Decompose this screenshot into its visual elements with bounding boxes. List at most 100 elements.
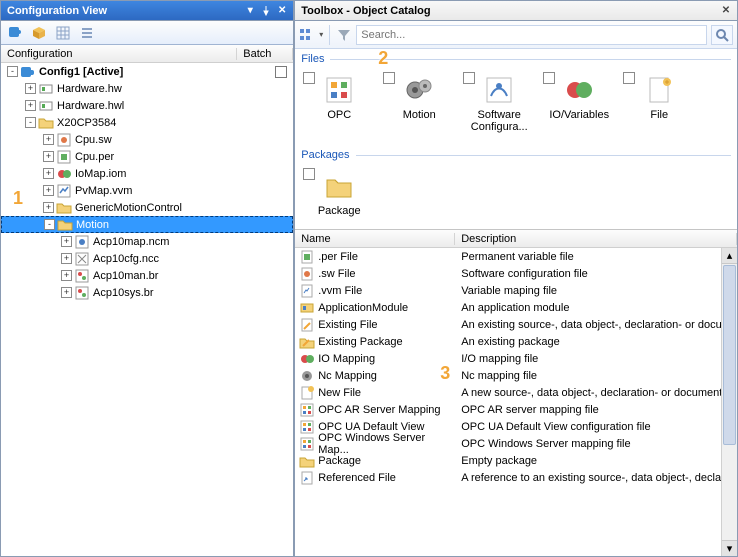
new-file-small-icon xyxy=(299,385,315,401)
list-item-name: Nc Mapping xyxy=(318,370,377,382)
folder-icon xyxy=(57,217,73,233)
nc-mapping-icon xyxy=(299,368,315,384)
column-configuration[interactable]: Configuration xyxy=(1,48,237,60)
tree-item[interactable]: +Acp10map.ncm xyxy=(1,233,293,250)
list-item[interactable]: Package Empty package xyxy=(295,452,737,469)
configuration-view-panel: Configuration View ▾ ✕ Configuration Bat… xyxy=(0,0,294,557)
scrollbar[interactable]: ▴ ▾ xyxy=(721,248,737,556)
catalog-item[interactable]: Motion xyxy=(381,70,457,137)
io-variables-icon xyxy=(563,74,595,106)
toolbar-btn-cube-icon[interactable] xyxy=(28,23,50,43)
ncc-icon xyxy=(74,251,90,267)
hardware-icon xyxy=(38,81,54,97)
scroll-thumb[interactable] xyxy=(723,265,736,445)
tree-item[interactable]: + Acp10sys.br xyxy=(1,284,293,301)
tree-item[interactable]: +Acp10man.br xyxy=(1,267,293,284)
close-icon[interactable]: ✕ xyxy=(719,4,733,18)
tree-item[interactable]: + Cpu.per xyxy=(1,148,293,165)
expand-icon[interactable]: + xyxy=(61,270,72,281)
list-item[interactable]: Nc MappingNc mapping file xyxy=(295,367,737,384)
tree-item[interactable]: -Motion xyxy=(1,216,293,233)
list-item[interactable]: Existing PackageAn existing package xyxy=(295,333,737,350)
close-icon[interactable]: ✕ xyxy=(275,4,289,18)
list-item[interactable]: .sw FileSoftware configuration file xyxy=(295,265,737,282)
io-mapping-icon xyxy=(299,351,315,367)
tree-item-label: Cpu.per xyxy=(75,151,118,163)
catalog-item-checkbox[interactable] xyxy=(303,168,315,180)
list-item[interactable]: ApplicationModuleAn application module xyxy=(295,299,737,316)
list-item-description: OPC AR server mapping file xyxy=(455,404,737,416)
expand-icon[interactable]: + xyxy=(25,83,36,94)
list-item-name: Package xyxy=(318,455,361,467)
list-item[interactable]: IO MappingI/O mapping file xyxy=(295,350,737,367)
configuration-view-titlebar[interactable]: Configuration View ▾ ✕ xyxy=(1,1,293,21)
expand-icon[interactable]: + xyxy=(61,253,72,264)
catalog-item-checkbox[interactable] xyxy=(543,72,555,84)
expand-icon[interactable]: + xyxy=(43,185,54,196)
toolbar-btn-puzzle-icon[interactable] xyxy=(4,23,26,43)
tree-item[interactable]: +GenericMotionControl xyxy=(1,199,293,216)
tree-item[interactable]: +IoMap.iom xyxy=(1,165,293,182)
scroll-down-icon[interactable]: ▾ xyxy=(722,540,737,556)
list-item[interactable]: OPC AR Server MappingOPC AR server mappi… xyxy=(295,401,737,418)
tree-item[interactable]: +Acp10cfg.ncc xyxy=(1,250,293,267)
list-item-description: A reference to an existing source-, data… xyxy=(455,472,737,484)
view-mode-dropdown[interactable]: ▾ xyxy=(299,27,323,43)
iomap-icon xyxy=(56,166,72,182)
filter-dropdown[interactable] xyxy=(336,27,352,43)
catalog-item[interactable]: IO/Variables xyxy=(541,70,617,137)
column-name[interactable]: Name xyxy=(295,233,455,245)
catalog-item-checkbox[interactable] xyxy=(303,72,315,84)
list-item[interactable]: Referenced FileA reference to an existin… xyxy=(295,469,737,486)
list-body: 3 .per FilePermanent variable file.sw Fi… xyxy=(295,248,737,556)
search-button[interactable] xyxy=(711,25,733,45)
catalog-item-checkbox[interactable] xyxy=(383,72,395,84)
catalog-item[interactable]: OPC xyxy=(301,70,377,137)
expand-icon[interactable]: + xyxy=(61,287,72,298)
section-packages-header: Packages xyxy=(295,145,737,164)
scroll-up-icon[interactable]: ▴ xyxy=(722,248,737,264)
list-columns: Name Description xyxy=(295,230,737,248)
collapse-icon[interactable]: - xyxy=(25,117,36,128)
list-item-description: Empty package xyxy=(455,455,737,467)
column-description[interactable]: Description xyxy=(455,233,737,245)
expand-icon[interactable]: + xyxy=(43,134,54,145)
expand-icon[interactable]: + xyxy=(61,236,72,247)
list-item[interactable]: .vvm FileVariable maping file xyxy=(295,282,737,299)
expand-icon[interactable]: + xyxy=(25,100,36,111)
list-item[interactable]: OPC Windows Server Map...OPC Windows Ser… xyxy=(295,435,737,452)
list-item[interactable]: .per FilePermanent variable file xyxy=(295,248,737,265)
column-batch[interactable]: Batch xyxy=(237,48,293,60)
catalog-item[interactable]: Software Configura... xyxy=(461,70,537,137)
br-icon xyxy=(74,285,90,301)
list-item[interactable]: New FileA new source-, data object-, dec… xyxy=(295,384,737,401)
pin-icon[interactable] xyxy=(259,4,273,18)
dropdown-icon[interactable]: ▾ xyxy=(243,4,257,18)
catalog-item[interactable]: Package xyxy=(301,166,377,221)
expand-icon[interactable]: + xyxy=(43,202,54,213)
tree-item-label: Acp10sys.br xyxy=(93,287,158,299)
search-input[interactable] xyxy=(356,25,707,45)
tree-item[interactable]: -X20CP3584 xyxy=(1,114,293,131)
tree-item[interactable]: +Hardware.hw xyxy=(1,80,293,97)
pvmap-icon xyxy=(56,183,72,199)
opc-icon xyxy=(323,74,355,106)
toolbar-btn-list-icon[interactable] xyxy=(76,23,98,43)
catalog-item-checkbox[interactable] xyxy=(623,72,635,84)
expand-icon[interactable]: + xyxy=(43,168,54,179)
config-root-icon xyxy=(20,64,36,80)
tree-item[interactable]: -Config1 [Active] xyxy=(1,63,293,80)
tree-item[interactable]: +Hardware.hwl xyxy=(1,97,293,114)
toolbar-btn-grid-icon[interactable] xyxy=(52,23,74,43)
tree-item[interactable]: +Cpu.sw xyxy=(1,131,293,148)
toolbox-titlebar[interactable]: Toolbox - Object Catalog ✕ xyxy=(295,1,737,21)
catalog-item[interactable]: File xyxy=(621,70,697,137)
expand-icon[interactable]: + xyxy=(43,151,54,162)
list-item[interactable]: Existing FileAn existing source-, data o… xyxy=(295,316,737,333)
collapse-icon[interactable]: - xyxy=(44,219,55,230)
toolbox-panel: Toolbox - Object Catalog ✕ ▾ Files 2 OPC… xyxy=(294,0,738,557)
batch-checkbox[interactable] xyxy=(275,66,287,78)
catalog-item-checkbox[interactable] xyxy=(463,72,475,84)
collapse-icon[interactable]: - xyxy=(7,66,18,77)
tree-item[interactable]: +PvMap.vvm xyxy=(1,182,293,199)
